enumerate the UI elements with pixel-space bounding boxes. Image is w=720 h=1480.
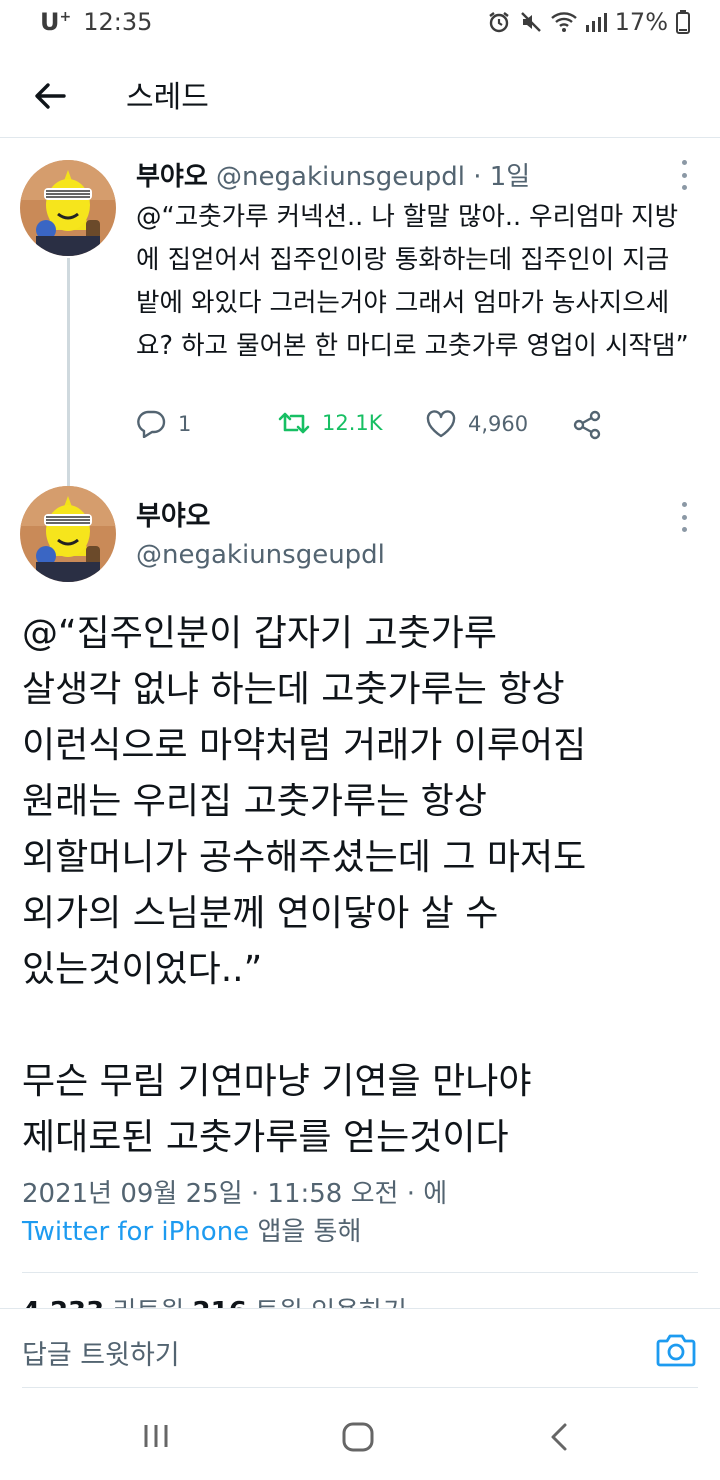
display-name[interactable]: 부야오	[136, 494, 211, 533]
username[interactable]: @negakiunsgeupdl	[136, 540, 385, 570]
arrow-left-icon	[35, 83, 66, 109]
quote-stat-label: 트윗 인용하기	[247, 1297, 407, 1308]
tweet-timestamp: 2021년 09월 25일 · 11:58 오전 · 에	[22, 1179, 448, 1209]
alarm-icon	[487, 10, 511, 34]
display-name[interactable]: 부야오	[136, 162, 208, 192]
quote-stat-count[interactable]: 216	[193, 1297, 247, 1308]
app-bar: 스레드	[0, 52, 720, 138]
heart-icon	[426, 410, 456, 438]
retweet-icon	[278, 412, 310, 434]
recent-apps-button[interactable]	[142, 1422, 170, 1454]
tweet-source: Twitter for iPhone 앱을 통해	[22, 1212, 361, 1252]
system-nav-bar	[0, 1398, 720, 1480]
more-options-icon[interactable]	[672, 160, 696, 190]
chevron-left-icon	[551, 1423, 567, 1451]
signal-icon	[585, 11, 607, 33]
carrier-label: U+	[40, 8, 72, 36]
tweet-header: 부야오 @negakiunsgeupdl · 1일	[136, 156, 530, 193]
tweet-actions: 1 12.1K 4,960	[136, 410, 616, 450]
reply-count: 1	[178, 412, 192, 436]
back-nav-button[interactable]	[548, 1422, 570, 1456]
retweet-stat-count[interactable]: 4,233	[22, 1297, 104, 1308]
like-button[interactable]: 4,960	[426, 410, 528, 438]
reply-button[interactable]: 1	[136, 410, 191, 438]
page-title: 스레드	[126, 80, 209, 115]
source-suffix: 앱을 통해	[249, 1217, 362, 1247]
recent-apps-icon	[144, 1425, 168, 1447]
tweet-age: 1일	[489, 162, 531, 192]
tweet-stats: 4,233 리트윗 216 트윗 인용하기	[22, 1292, 698, 1308]
divider	[22, 1272, 698, 1273]
username[interactable]: @negakiunsgeupdl	[216, 162, 465, 192]
avatar[interactable]	[20, 486, 116, 582]
mute-icon	[519, 10, 543, 34]
reply-composer: 답글 트윗하기	[0, 1308, 720, 1398]
reply-icon	[137, 410, 166, 438]
retweet-button[interactable]: 12.1K	[278, 410, 383, 436]
source-app-link[interactable]: Twitter for iPhone	[22, 1217, 249, 1247]
more-options-icon[interactable]	[672, 502, 696, 532]
status-bar: U+ 12:35 17%	[0, 0, 720, 46]
tweet-text: @“집주인분이 갑자기 고춧가루 살생각 없냐 하는데 고춧가루는 항상 이런식…	[22, 613, 587, 1158]
battery-percent: 17%	[614, 8, 668, 36]
like-count: 4,960	[468, 412, 529, 436]
retweet-stat-label: 리트윗	[104, 1297, 192, 1308]
reply-input[interactable]: 답글 트윗하기	[22, 1333, 180, 1372]
camera-button[interactable]	[656, 1333, 696, 1371]
home-icon	[342, 1422, 374, 1452]
divider	[22, 1387, 698, 1388]
back-button[interactable]	[28, 74, 72, 118]
retweet-count: 12.1K	[322, 411, 383, 435]
separator-dot: ·	[473, 162, 482, 192]
avatar[interactable]	[20, 160, 116, 256]
home-button[interactable]	[342, 1422, 374, 1456]
wifi-icon	[550, 11, 577, 33]
thread-connector	[67, 258, 70, 486]
clock: 12:35	[83, 8, 153, 36]
share-button[interactable]	[572, 410, 602, 440]
tweet-text: @“고춧가루 커넥션.. 나 할말 많아.. 우리엄마 지방에 집얻어서 집주인…	[136, 202, 689, 361]
camera-icon	[656, 1334, 696, 1367]
battery-icon	[676, 10, 690, 34]
share-icon	[573, 410, 601, 440]
